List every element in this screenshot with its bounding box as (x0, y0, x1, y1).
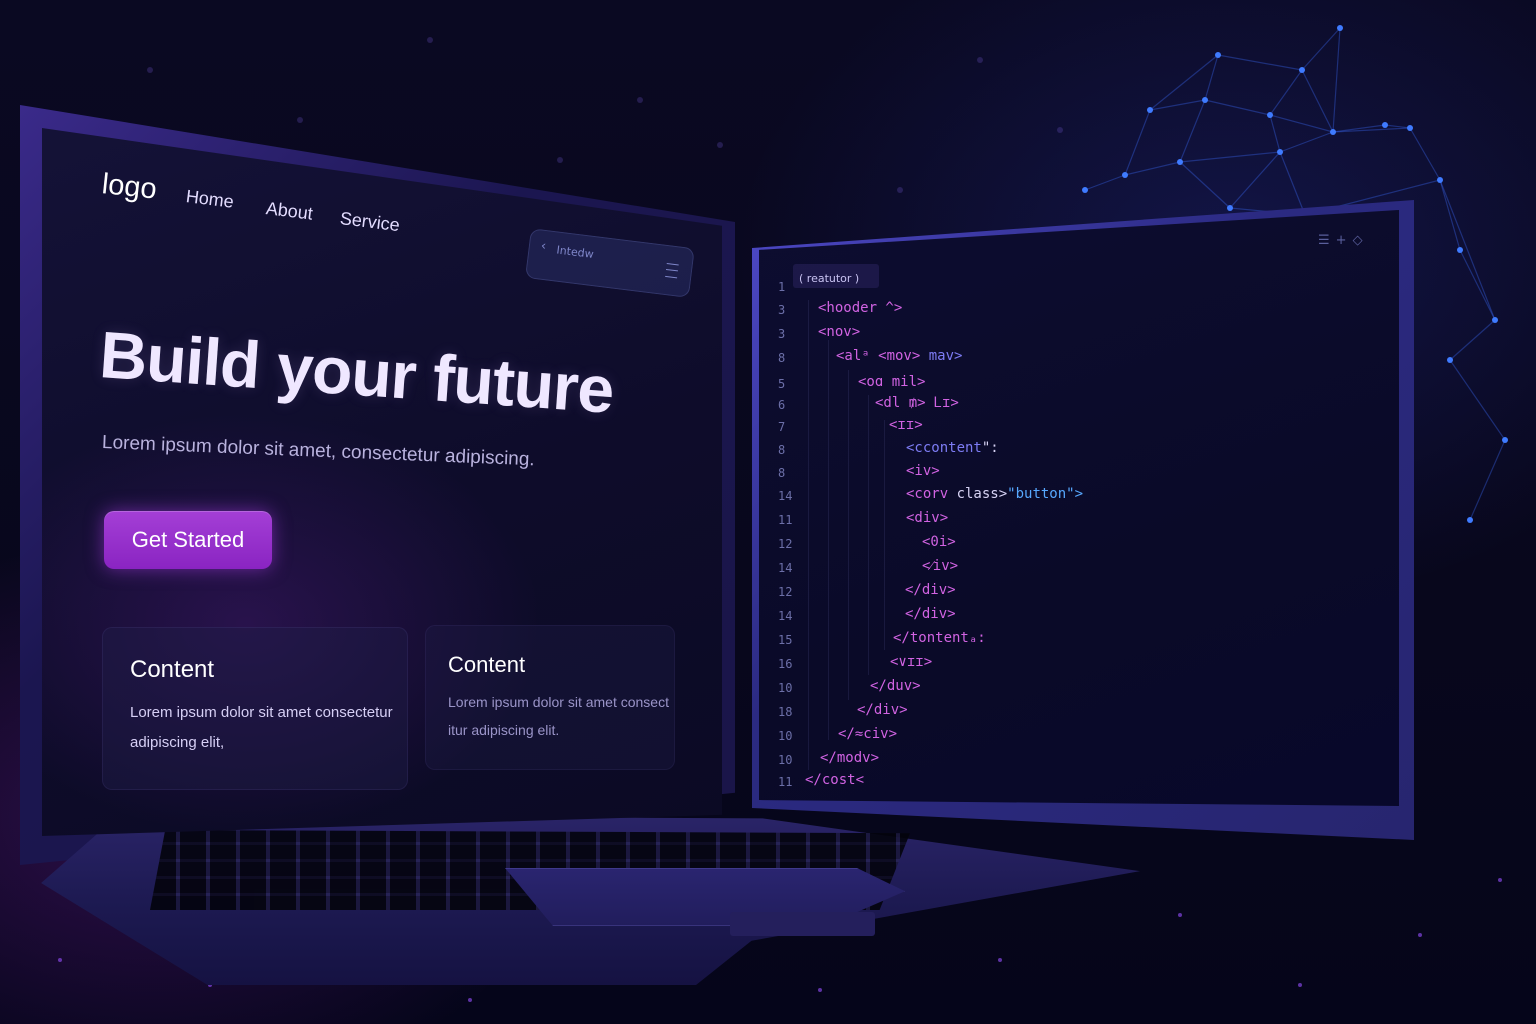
code-line: <hooder ^> (818, 300, 903, 316)
line-number: 12 (778, 585, 793, 599)
code-line: </duv> (870, 678, 921, 694)
line-number: 11 (778, 775, 793, 789)
code-line: </cost< (805, 772, 865, 788)
search-placeholder: Intedw (555, 243, 595, 261)
code-line: <⁄iv> (922, 558, 959, 574)
code-line: <iv> (906, 463, 940, 479)
hero-subtitle: Lorem ipsum dolor sit amet, consectetur … (101, 432, 536, 471)
line-number: 14 (778, 561, 793, 575)
desktop-scene: logo Home About Service ‹ Intedw Build y… (0, 0, 1536, 1024)
code-line: <ɪɪ> (889, 417, 923, 433)
line-number: 15 (778, 633, 793, 647)
code-token: mav> (920, 348, 963, 364)
card-body: Lorem ipsum dolor sit amet consect itur … (448, 688, 669, 744)
line-number: 3 (778, 303, 786, 317)
indent-guide (884, 420, 885, 650)
code-line: <nov> (818, 324, 861, 340)
code-line: <div> (906, 510, 949, 526)
code-line: <∨ɪɪ> (890, 654, 933, 670)
code-line: <ccontent": (906, 440, 999, 456)
code-line: </div> (857, 702, 908, 718)
diamond-icon[interactable]: ◇ (1353, 233, 1369, 248)
line-number: 8 (778, 351, 786, 365)
site-logo[interactable]: logo (100, 168, 158, 207)
code-line: </div> (905, 606, 956, 622)
menu-icon[interactable]: ☰ (1318, 233, 1336, 248)
code-token: <alᵃ <mov> (836, 348, 921, 364)
code-line: </modv> (820, 750, 880, 766)
indent-guide (868, 395, 869, 675)
line-number: 10 (778, 729, 793, 743)
card-body-line: Lorem ipsum dolor sit amet consectetur (130, 704, 393, 721)
card-body: Lorem ipsum dolor sit amet consectetur a… (130, 698, 393, 758)
line-number: 5 (778, 377, 786, 391)
code-token: class> (956, 486, 1008, 502)
line-number: 14 (778, 609, 793, 623)
hero-title: Build your future (97, 317, 616, 427)
code-token: "button"> (1007, 486, 1084, 502)
line-number: 1 (778, 280, 786, 294)
indent-guide (808, 300, 809, 770)
line-number: 8 (778, 443, 786, 457)
nav-link-about[interactable]: About (265, 198, 314, 225)
code-line: <0i> (922, 534, 956, 550)
line-number: 18 (778, 705, 793, 719)
line-number: 3 (778, 327, 786, 341)
code-token: <corv (906, 486, 957, 502)
code-line: <oɑ mil> (858, 374, 926, 390)
line-number: 8 (778, 466, 786, 480)
line-number: 10 (778, 753, 793, 767)
card-body-line: itur adipiscing elit. (448, 722, 560, 738)
code-token: ": (981, 440, 999, 456)
chevron-left-icon[interactable]: ‹ (540, 239, 547, 255)
indent-guide (828, 340, 829, 740)
code-line: </div> (905, 582, 956, 598)
line-number: 11 (778, 513, 793, 527)
editor-toolbar: ☰+◇ (1318, 233, 1369, 248)
line-number: 12 (778, 537, 793, 551)
card-title: Content (448, 652, 526, 677)
line-number: 6 (778, 398, 786, 412)
indent-guide (848, 370, 849, 700)
editor-tab-label: ( reatutor ) (799, 272, 860, 285)
plus-icon[interactable]: + (1336, 233, 1353, 248)
code-line: <corv class>"button"> (906, 486, 1083, 502)
line-number: 14 (778, 489, 793, 503)
card-body-line: Lorem ipsum dolor sit amet consect (448, 694, 669, 710)
line-number: 10 (778, 681, 793, 695)
search-input[interactable]: ‹ Intedw (524, 228, 695, 298)
line-number: 16 (778, 657, 793, 671)
menu-icon[interactable] (665, 262, 679, 279)
card-title: Content (130, 656, 215, 683)
line-number: 7 (778, 420, 786, 434)
code-line: </tontentₐ: (893, 630, 986, 646)
nav-link-service[interactable]: Service (339, 208, 401, 236)
code-token: <ccontent (906, 440, 982, 456)
code-line: <alᵃ <mov> mav> (836, 348, 962, 364)
card-body-line: adipiscing elit, (130, 734, 225, 751)
nav-link-home[interactable]: Home (185, 186, 235, 213)
code-line: <dl ₥> Ꮮɪ> (875, 395, 959, 411)
code-line: </≈civ> (838, 726, 898, 742)
get-started-button[interactable]: Get Started (104, 511, 272, 569)
